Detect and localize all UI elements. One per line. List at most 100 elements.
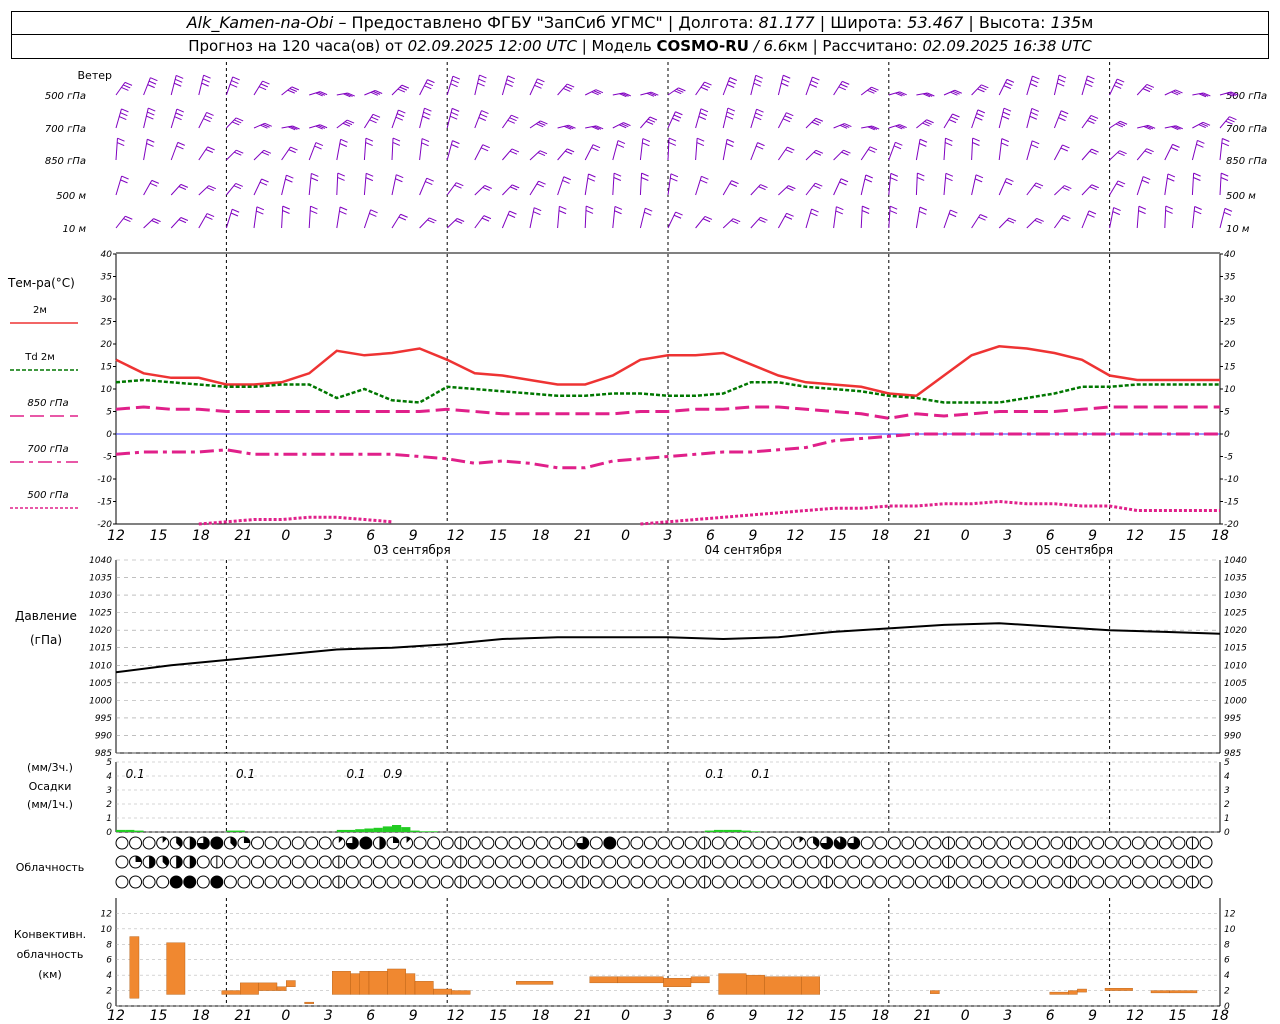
wind-barb-feather [952, 113, 960, 118]
wind-barb-feather [120, 112, 128, 117]
cloud-circle-outline [1077, 836, 1091, 850]
cloud-circle [1009, 836, 1023, 850]
precip-tick-label-left: 5 [106, 758, 112, 768]
cloud-circle-outline [765, 836, 779, 850]
wind-level-label-left: 700 гПа [45, 124, 86, 135]
wind-barb-staff [777, 112, 787, 129]
wind-barb-feather [177, 141, 185, 146]
time-tick-label: 15 [489, 528, 507, 544]
cloud-circle [630, 836, 644, 850]
cloud-circle [576, 836, 590, 850]
wind-barb-feather [232, 76, 240, 81]
wind-barb-feather [1006, 219, 1015, 224]
wind-barb [170, 183, 189, 196]
cloud-circle-outline [318, 855, 332, 869]
conv-tick-label-right: 0 [1224, 1002, 1230, 1012]
wind-barb-staff [722, 77, 731, 96]
wind-barb-staff [115, 138, 118, 161]
wind-barb-feather [1146, 148, 1154, 153]
wind-barb-feather [616, 144, 625, 148]
pressure-tick-label-left: 990 [95, 731, 112, 741]
cloud-circle [969, 875, 983, 889]
cloud-circle [413, 855, 427, 869]
wind-barb-feather [1193, 172, 1201, 177]
wind-barb-staff [1081, 184, 1093, 196]
wind-barb [281, 205, 290, 229]
cloud-circle [494, 855, 508, 869]
wind-barb [667, 87, 686, 96]
cloud-circle [1009, 875, 1023, 889]
time-tick-label: 21 [234, 528, 252, 544]
cloud-circle [400, 836, 414, 850]
cloud-circle [440, 855, 454, 869]
legend-700-label: 700 гПа [27, 444, 68, 455]
cloud-circle-outline [345, 875, 359, 889]
cloud-circle [779, 836, 793, 850]
wind-barb-feather [511, 148, 520, 153]
wind-barb [695, 137, 705, 161]
wind-barb-feather [1085, 83, 1093, 88]
cloud-circle-outline [969, 855, 983, 869]
conv-bar [304, 1001, 315, 1004]
time-tick-label: 0 [961, 528, 970, 544]
wind-barb-feather [509, 210, 517, 215]
cloud-circle [589, 836, 603, 850]
cloud-circle-outline [996, 855, 1010, 869]
wind-barb-feather [451, 144, 459, 148]
wind-barb-feather [786, 187, 794, 191]
cloud-circle [467, 875, 481, 889]
wind-barb-staff [198, 75, 205, 96]
cloud-circle [359, 875, 373, 889]
cloud-circle [494, 836, 508, 850]
wind-barb-staff [695, 108, 702, 129]
wind-barb [750, 216, 768, 229]
wind-barb [198, 74, 211, 96]
wind-barb-feather [1119, 150, 1127, 155]
wind-barb-feather [1197, 139, 1205, 144]
wind-barb-staff [805, 208, 813, 229]
wind-barb [612, 122, 631, 129]
cloud-circle [251, 855, 264, 869]
cloud-circle-outline [1023, 875, 1037, 889]
wind-barb-feather [511, 114, 519, 119]
pressure-tick-label-left: 1030 [89, 591, 112, 601]
cloud-circle [793, 836, 806, 850]
wind-barb-feather [702, 84, 710, 89]
wind-barb-feather [424, 85, 432, 90]
cloud-circle [698, 836, 712, 850]
wind-barb [446, 75, 461, 96]
wind-barb-feather [895, 141, 903, 146]
wind-barb-staff [695, 138, 698, 161]
cloud-title: Облачность [16, 861, 85, 874]
cloud-circle-outline [1158, 855, 1172, 869]
wind-barb [281, 174, 294, 196]
wind-barb [1164, 173, 1176, 196]
cloud-circle-outline [630, 836, 644, 850]
temp-tick-label-right: 30 [1224, 295, 1236, 305]
wind-barb-feather [919, 206, 928, 211]
pressure-tick-label-left: 1025 [89, 609, 112, 619]
cloud-circle [671, 836, 685, 850]
wind-barb-feather [786, 112, 794, 117]
cloud-circle-outline [874, 855, 888, 869]
cloud-circle [969, 836, 983, 850]
wind-barb-feather [151, 179, 160, 184]
cloud-circle [914, 836, 928, 850]
wind-barb-staff [584, 206, 587, 229]
wind-barb [501, 210, 517, 229]
wind-barb [584, 89, 604, 96]
wind-barb-staff [1109, 150, 1120, 161]
wind-barb-staff [971, 214, 981, 229]
wind-barb-feather [1030, 111, 1039, 116]
wind-barb-feather [1117, 152, 1125, 157]
cloud-circle-outline [616, 836, 630, 850]
wind-barb-feather [426, 177, 434, 182]
cloud-circle-outline [549, 836, 563, 850]
cloud-circle [820, 836, 834, 850]
cloud-circle [657, 855, 671, 869]
wind-barb-staff [722, 139, 728, 161]
wind-barb-feather [1062, 144, 1070, 149]
wind-barb-feather [288, 149, 296, 154]
wind-barb [1164, 205, 1173, 229]
wind-barb-feather [698, 116, 707, 120]
